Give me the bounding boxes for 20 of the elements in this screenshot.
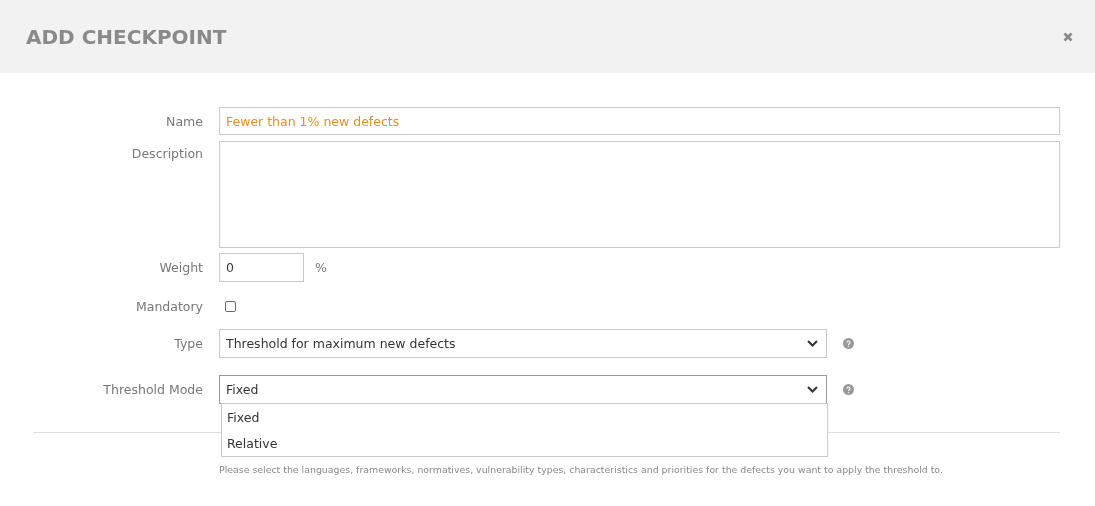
field-label: Mandatory <box>134 299 203 314</box>
field-label: Type <box>173 336 203 351</box>
select-field[interactable]: Threshold for maximum new defects <box>219 329 827 358</box>
dialog-title: ADD CHECKPOINT <box>26 24 227 49</box>
field-label: Description <box>130 145 203 161</box>
chevron-icon <box>807 340 818 347</box>
description-field[interactable] <box>219 141 1060 248</box>
unit-label: % <box>315 260 327 275</box>
field-label: Name <box>165 113 203 129</box>
help-icon[interactable] <box>843 384 854 395</box>
field-label: Weight <box>158 260 203 275</box>
dropdown-option[interactable]: Relative <box>222 430 827 456</box>
mandatory-checkbox[interactable] <box>225 301 236 312</box>
chevron-icon <box>807 386 818 393</box>
select-field[interactable]: Fixed <box>219 375 827 404</box>
hint-text: Please select the languages, frameworks, normatives, vulnerability types, characteristics and priorities for the defects you want to apply the threshold to. <box>219 464 944 475</box>
field-label: Threshold Mode <box>102 382 203 397</box>
weight-field[interactable]: 0 <box>219 253 304 282</box>
dropdown-option[interactable]: Fixed <box>222 404 827 430</box>
help-icon[interactable] <box>843 338 854 349</box>
